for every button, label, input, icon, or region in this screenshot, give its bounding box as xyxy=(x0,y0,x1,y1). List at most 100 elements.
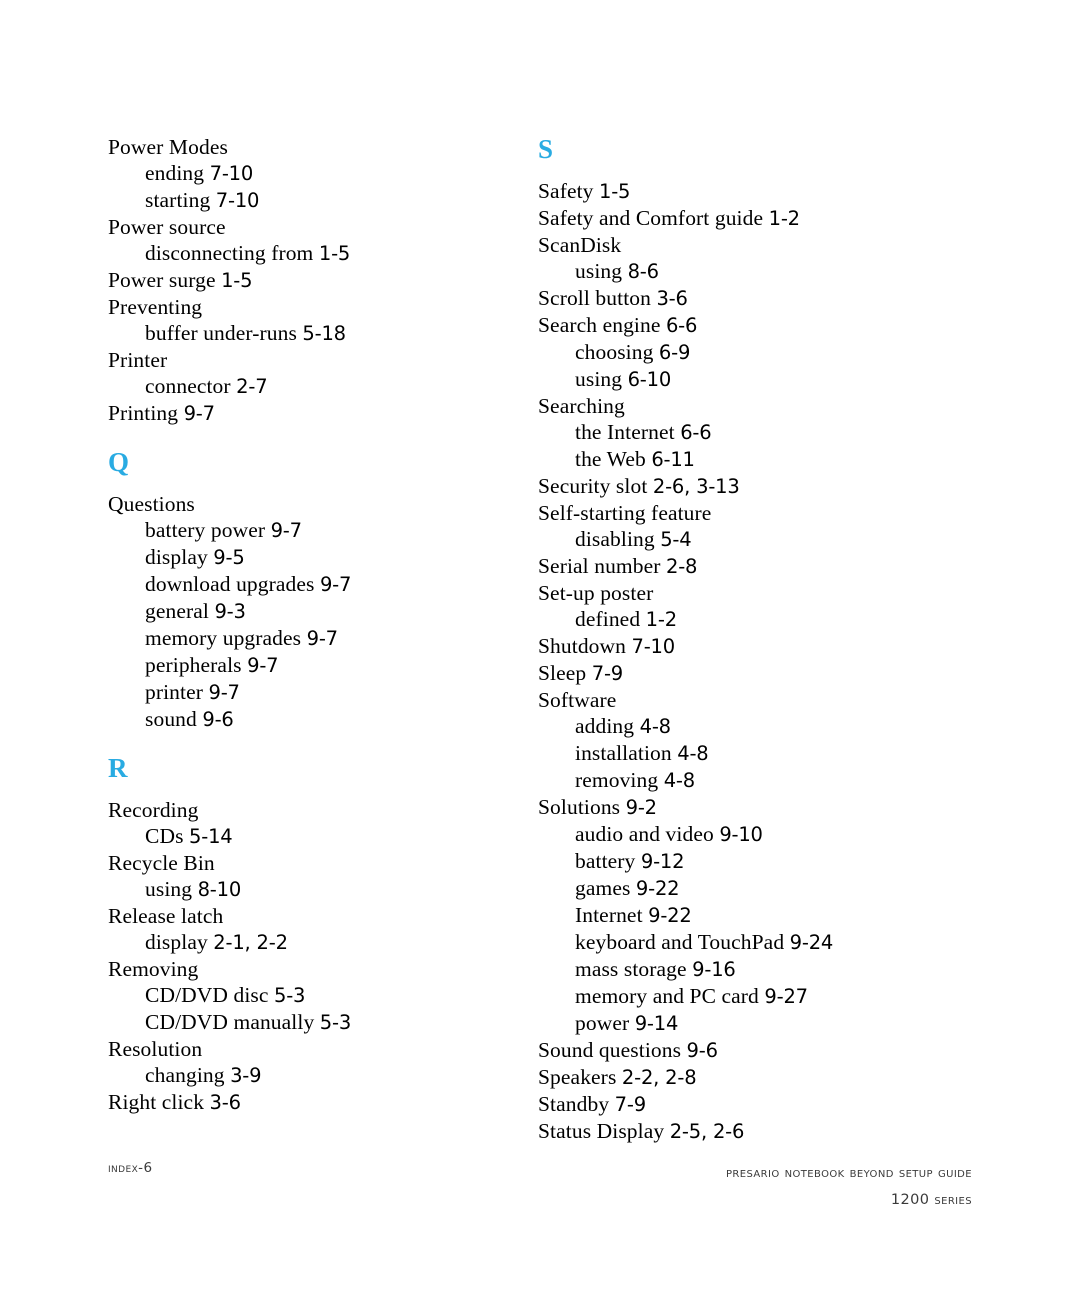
index-entry: Printer xyxy=(108,347,538,373)
index-entry-label: using xyxy=(575,259,623,283)
index-entry-label: defined xyxy=(575,607,641,631)
index-entry-pagenumber: 2-7 xyxy=(236,375,268,398)
index-subentry: CD/DVD disc 5-3 xyxy=(108,982,538,1009)
index-columns: Power Modes ending 7-10 starting 7-10 Power… xyxy=(108,134,972,1145)
index-entry-label: games xyxy=(575,876,631,900)
index-entry: Release latch xyxy=(108,903,538,929)
index-entry-pagenumber: 1-5 xyxy=(221,269,253,292)
index-entry-label: ScanDisk xyxy=(538,233,622,257)
index-subentry: using 8-6 xyxy=(538,258,968,285)
index-entry-label: Safety xyxy=(538,179,594,203)
index-entry: Power Modes xyxy=(108,134,538,160)
page-footer: Index-6 Presario Notebook Beyond Setup G… xyxy=(108,1160,972,1230)
index-entry: Solutions 9-2 xyxy=(538,794,968,821)
index-entry-label: memory and PC card xyxy=(575,984,759,1008)
index-entry-pagenumber: 9-7 xyxy=(270,519,302,542)
index-entry-pagenumber: 9-7 xyxy=(208,681,240,704)
index-entry-label: mass storage xyxy=(575,957,687,981)
index-subentry: battery 9-12 xyxy=(538,848,968,875)
index-entry-pagenumber: 9-7 xyxy=(247,654,279,677)
index-entry-pagenumber: 4-8 xyxy=(639,715,671,738)
index-entry-pagenumber: 5-14 xyxy=(189,825,233,848)
index-subentry: buffer under-runs 5-18 xyxy=(108,320,538,347)
index-entry-pagenumber: 9-7 xyxy=(319,573,352,596)
index-entry-pagenumber: 9-2 xyxy=(625,796,657,819)
index-entry-label: display xyxy=(145,545,208,569)
index-entry-label: Self-starting feature xyxy=(538,501,712,525)
index-subentry: CD/DVD manually 5-3 xyxy=(108,1009,538,1036)
index-entry-label: Speakers xyxy=(538,1065,617,1089)
index-entry-pagenumber: 7-10 xyxy=(631,635,676,658)
index-entry-label: Status Display xyxy=(538,1119,665,1143)
index-entry-label: battery xyxy=(575,849,636,873)
index-subentry: starting 7-10 xyxy=(108,187,538,214)
index-entry-pagenumber: 6-6 xyxy=(665,314,698,337)
index-entry-label: buffer under-runs xyxy=(145,321,297,345)
index-entry-label: Recording xyxy=(108,798,199,822)
index-subentry: sound 9-6 xyxy=(108,706,538,733)
index-entry-label: Search engine xyxy=(538,313,661,337)
index-entry: ScanDisk xyxy=(538,232,968,258)
index-entry-label: Resolution xyxy=(108,1037,203,1061)
index-entry-label: Serial number xyxy=(538,554,661,578)
index-entry: Resolution xyxy=(108,1036,538,1062)
right-column: S Safety 1-5 Safety and Comfort guide 1-2 S… xyxy=(538,134,968,1145)
index-entry: Set-up poster xyxy=(538,580,968,606)
index-subentry: memory and PC card 9-27 xyxy=(538,983,968,1010)
index-subentry: using 6-10 xyxy=(538,366,968,393)
index-entry-pagenumber: 1-2 xyxy=(768,207,800,230)
index-entry-pagenumber: 1-2 xyxy=(645,608,677,631)
index-subentry: general 9-3 xyxy=(108,598,538,625)
index-entry-label: ending xyxy=(145,161,205,185)
footer-guide-title-line1: Presario Notebook Beyond Setup Guide xyxy=(726,1165,972,1181)
index-entry: Search engine 6-6 xyxy=(538,312,968,339)
index-entry-label: starting xyxy=(145,188,211,212)
index-entry-pagenumber: 9-27 xyxy=(764,985,808,1008)
index-entry: Safety 1-5 xyxy=(538,178,968,205)
index-entry: Status Display 2-5, 2-6 xyxy=(538,1118,968,1145)
index-entry-label: Printing xyxy=(108,401,179,425)
index-subentry: installation 4-8 xyxy=(538,740,968,767)
index-subentry: defined 1-2 xyxy=(538,606,968,633)
index-entry-label: Preventing xyxy=(108,295,203,319)
index-subentry: display 9-5 xyxy=(108,544,538,571)
index-subentry: peripherals 9-7 xyxy=(108,652,538,679)
index-subentry: disconnecting from 1-5 xyxy=(108,240,538,267)
index-entry-label: Power source xyxy=(108,215,226,239)
index-entry-label: the Web xyxy=(575,447,646,471)
index-entry-label: Standby xyxy=(538,1092,610,1116)
left-column: Power Modes ending 7-10 starting 7-10 Power… xyxy=(108,134,538,1116)
index-entry: Serial number 2-8 xyxy=(538,553,968,580)
index-entry-pagenumber: 2-5, 2-6 xyxy=(669,1120,745,1143)
index-subentry: ending 7-10 xyxy=(108,160,538,187)
index-entry: Safety and Comfort guide 1-2 xyxy=(538,205,968,232)
index-entry: Power source xyxy=(108,214,538,240)
index-subentry: memory upgrades 9-7 xyxy=(108,625,538,652)
index-subentry: using 8-10 xyxy=(108,876,538,903)
index-entry: Preventing xyxy=(108,294,538,320)
index-entry-label: Security slot xyxy=(538,474,648,498)
index-entry-pagenumber: 8-6 xyxy=(627,260,659,283)
index-entry-pagenumber: 9-22 xyxy=(635,877,680,900)
index-entry-label: changing xyxy=(145,1063,225,1087)
index-entry: Standby 7-9 xyxy=(538,1091,968,1118)
index-entry: Sound questions 9-6 xyxy=(538,1037,968,1064)
index-entry: Shutdown 7-10 xyxy=(538,633,968,660)
index-entry-pagenumber: 2-8 xyxy=(665,555,698,578)
index-entry-pagenumber: 1-5 xyxy=(599,180,631,203)
index-entry-label: display xyxy=(145,930,208,954)
index-subentry: removing 4-8 xyxy=(538,767,968,794)
index-entry: Searching xyxy=(538,393,968,419)
index-entry-label: Scroll button xyxy=(538,286,651,310)
index-subentry: power 9-14 xyxy=(538,1010,968,1037)
index-entry-pagenumber: 2-6, 3-13 xyxy=(652,475,740,498)
index-entry-label: Recycle Bin xyxy=(108,851,215,875)
index-section-letter: Q xyxy=(108,447,130,477)
index-entry-pagenumber: 2-2, 2-8 xyxy=(621,1066,697,1089)
index-entry-pagenumber: 6-10 xyxy=(627,368,672,391)
index-entry: Printing 9-7 xyxy=(108,400,538,427)
index-entry-label: power xyxy=(575,1011,630,1035)
index-entry-pagenumber: 7-9 xyxy=(591,662,624,685)
index-entry: Software xyxy=(538,687,968,713)
index-entry-label: CDs xyxy=(145,824,184,848)
